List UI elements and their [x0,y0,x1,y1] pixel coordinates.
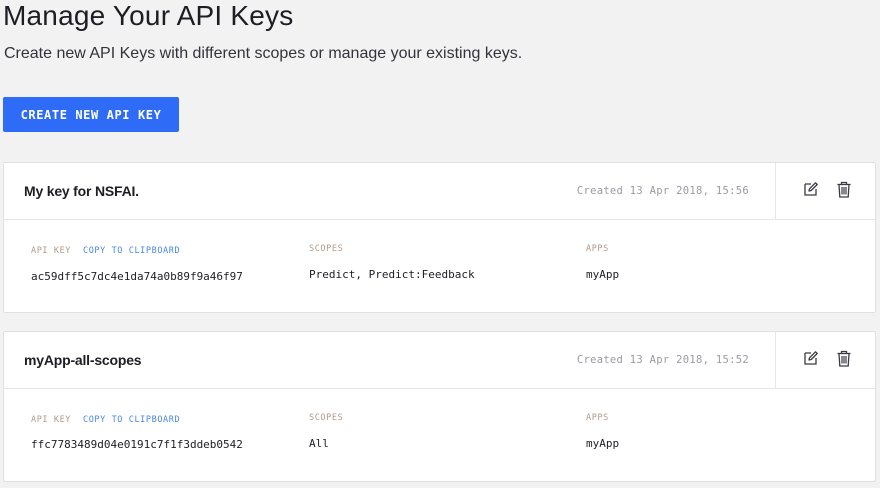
edit-button[interactable] [801,348,821,368]
api-key-name: My key for NSFAI. [24,183,139,199]
scopes-value: Predict, Predict:Feedback [309,268,475,281]
api-key-label: API KEY [31,415,72,425]
api-key-card-header: myApp-all-scopes Created 13 Apr 2018, 15… [4,332,875,389]
create-api-key-button[interactable]: CREATE NEW API KEY [3,97,179,132]
copy-to-clipboard-link[interactable]: COPY TO CLIPBOARD [83,415,180,425]
edit-icon [804,182,818,196]
api-keys-page: Manage Your API Keys Create new API Keys… [0,0,880,488]
page-title: Manage Your API Keys [3,0,294,31]
header-divider [775,332,776,388]
edit-icon [804,351,818,365]
scopes-label: SCOPES [309,413,344,423]
api-key-card-header: My key for NSFAI. Created 13 Apr 2018, 1… [4,163,875,220]
created-timestamp: Created 13 Apr 2018, 15:52 [576,354,749,366]
api-key-value: ac59dff5c7dc4e1da74a0b89f9a46f97 [31,270,243,283]
delete-button[interactable] [834,179,854,199]
apps-label: APPS [586,244,609,254]
delete-button[interactable] [834,348,854,368]
scopes-label: SCOPES [309,244,344,254]
apps-value: myApp [586,437,620,450]
page-subtitle: Create new API Keys with different scope… [4,45,523,62]
api-key-name: myApp-all-scopes [24,352,142,368]
created-timestamp: Created 13 Apr 2018, 15:56 [576,185,749,197]
trash-icon [837,181,851,198]
api-key-card: myApp-all-scopes Created 13 Apr 2018, 15… [3,331,876,482]
header-divider [775,163,776,219]
apps-value: myApp [586,268,620,281]
api-key-label: API KEY [31,246,72,256]
api-key-card: My key for NSFAI. Created 13 Apr 2018, 1… [3,162,876,313]
copy-to-clipboard-link[interactable]: COPY TO CLIPBOARD [83,246,180,256]
apps-label: APPS [586,413,609,423]
trash-icon [837,350,851,367]
edit-button[interactable] [801,179,821,199]
scopes-value: All [309,437,329,450]
api-key-value: ffc7783489d04e0191c7f1f3ddeb0542 [31,438,243,451]
